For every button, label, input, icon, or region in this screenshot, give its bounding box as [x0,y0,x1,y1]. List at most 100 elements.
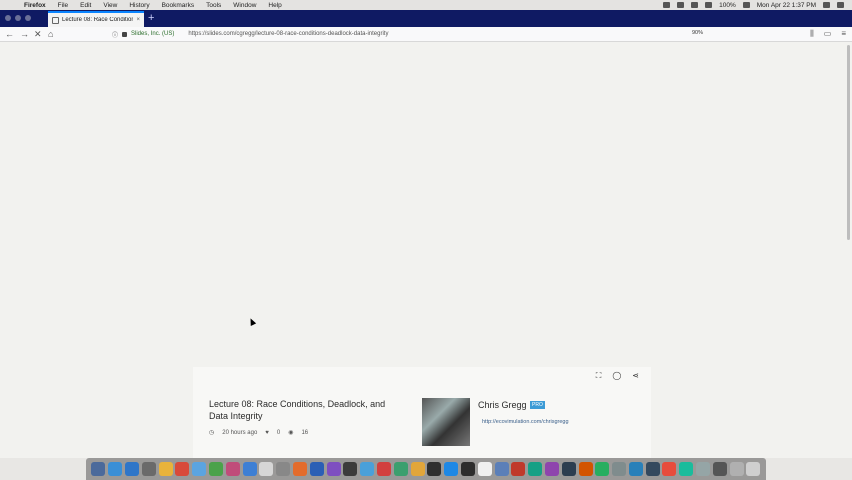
toolbar-icons: ⫼ ▭ ≡ [810,29,846,39]
dock-app-icon[interactable] [360,462,375,476]
dock-app-icon[interactable] [561,462,576,476]
clock[interactable]: Mon Apr 22 1:37 PM [757,2,816,9]
close-window-button[interactable] [5,15,11,21]
dock-app-icon[interactable] [696,462,711,476]
heart-icon[interactable]: ♥ [265,430,269,436]
menu-help[interactable]: Help [262,2,287,9]
dock-app-icon[interactable] [494,462,509,476]
dock-app-icon[interactable] [141,462,156,476]
info-icon[interactable]: ⓘ [112,30,118,39]
deck-actions: ⛶ ◯ ⋖ [596,371,639,381]
tab-strip: Lecture 08: Race Conditions, D × + [0,10,852,27]
author-name[interactable]: Chris Gregg [478,400,527,410]
wifi-icon[interactable] [705,2,713,8]
menu-bar: Firefox File Edit View History Bookmarks… [0,0,852,10]
eye-icon: ◉ [288,430,294,436]
views-count: 16 [301,429,309,436]
dock-app-icon[interactable] [242,462,257,476]
new-tab-button[interactable]: + [148,12,154,25]
dock-app-icon[interactable] [460,462,475,476]
dock-app-icon[interactable] [108,462,123,476]
tab-title: Lecture 08: Race Conditions, D [62,17,134,23]
dock-app-icon[interactable] [410,462,425,476]
dock-app-icon[interactable] [662,462,677,476]
home-button[interactable]: ⌂ [48,28,53,40]
dock-app-icon[interactable] [477,462,492,476]
zoom-window-button[interactable] [25,15,31,21]
battery-percent[interactable]: 100% [719,2,736,9]
dock-app-icon[interactable] [343,462,358,476]
dock-app-icon[interactable] [376,462,391,476]
sidebar-icon[interactable]: ▭ [824,29,832,39]
dock-app-icon[interactable] [444,462,459,476]
dock-app-icon[interactable] [175,462,190,476]
forward-button[interactable]: → [20,28,29,40]
favicon-icon [52,16,59,24]
back-button[interactable]: ← [5,28,14,40]
dock-app-icon[interactable] [511,462,526,476]
dock-app-icon[interactable] [192,462,207,476]
menu-file[interactable]: File [52,2,74,9]
minimize-window-button[interactable] [15,15,21,21]
dock-app-icon[interactable] [746,462,761,476]
menu-history[interactable]: History [123,2,155,9]
library-icon[interactable]: ⫼ [810,29,814,39]
dock-app-icon[interactable] [645,462,660,476]
cloud-icon[interactable] [663,2,671,8]
dock-app-icon[interactable] [393,462,408,476]
window-controls [5,15,31,21]
dock-app-icon[interactable] [612,462,627,476]
dock-app-icon[interactable] [712,462,727,476]
menu-edit[interactable]: Edit [74,2,97,9]
dock-app-icon[interactable] [326,462,341,476]
menu-window[interactable]: Window [227,2,262,9]
clock-icon: ◷ [209,430,215,436]
avatar[interactable] [422,398,470,446]
dock-app-icon[interactable] [124,462,139,476]
dock-app-icon[interactable] [544,462,559,476]
search-icon[interactable] [823,2,830,8]
menu-firefox[interactable]: Firefox [18,2,52,9]
dock-app-icon[interactable] [729,462,744,476]
lock-icon [122,31,128,37]
likes-count: 0 [276,429,281,436]
dock-app-icon[interactable] [628,462,643,476]
menu-icon[interactable]: ≡ [841,29,846,39]
dock-app-icon[interactable] [595,462,610,476]
notification-center-icon[interactable] [837,2,844,8]
stop-reload-button[interactable]: ✕ [34,28,42,40]
dock-app-icon[interactable] [578,462,593,476]
menu-items: Firefox File Edit View History Bookmarks… [18,2,288,9]
dock-app-icon[interactable] [276,462,291,476]
tab-lecture-08[interactable]: Lecture 08: Race Conditions, D × [48,11,144,27]
zoom-level[interactable]: 90% [692,30,703,36]
site-identity[interactable]: Slides, Inc. (US) [131,31,174,37]
dock-app-icon[interactable] [309,462,324,476]
dock-app-icon[interactable] [225,462,240,476]
close-tab-icon[interactable]: × [136,17,140,23]
dock-app-icon[interactable] [158,462,173,476]
deck-meta: ◷ 20 hours ago ♥ 0 ◉ 16 [209,429,309,437]
share-icon[interactable]: ⋖ [632,371,639,381]
battery-icon[interactable] [742,2,750,8]
menu-view[interactable]: View [97,2,123,9]
dock-app-icon[interactable] [528,462,543,476]
url-bar[interactable]: ⓘ Slides, Inc. (US) https://slides.com/c… [112,28,752,40]
menu-bookmarks[interactable]: Bookmarks [156,2,201,9]
time-ago: 20 hours ago [222,429,258,436]
dock-app-icon[interactable] [91,462,106,476]
fullscreen-icon[interactable]: ⛶ [596,371,602,381]
dock-app-icon[interactable] [292,462,307,476]
scrollbar[interactable] [847,45,850,240]
dock-app-icon[interactable] [208,462,223,476]
comment-icon[interactable]: ◯ [612,371,621,381]
author-link[interactable]: http://ecovimulation.com/chrisgregg [482,419,569,425]
dock-app-icon[interactable] [679,462,694,476]
dock-app-icon[interactable] [259,462,274,476]
dock-app-icon[interactable] [427,462,442,476]
menu-tools[interactable]: Tools [200,2,227,9]
url-text[interactable]: https://slides.com/cgregg/lecture-08-rac… [188,31,388,37]
dropbox-icon[interactable] [677,2,685,8]
deck-title[interactable]: Lecture 08: Race Conditions, Deadlock, a… [209,399,399,422]
bluetooth-icon[interactable] [691,2,699,8]
